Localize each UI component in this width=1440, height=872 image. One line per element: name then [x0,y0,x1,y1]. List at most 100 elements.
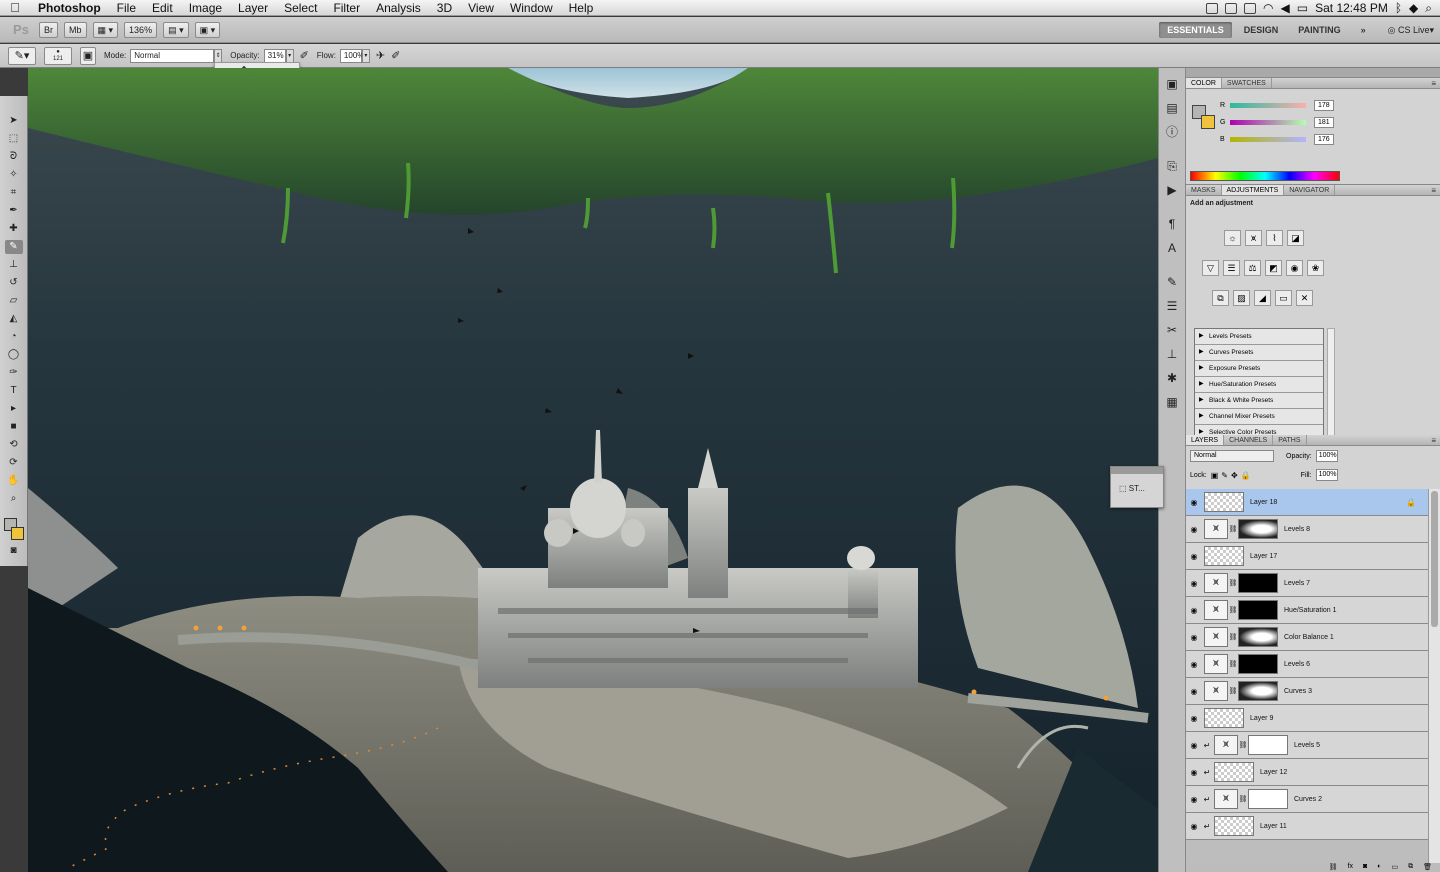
layer-row[interactable]: ◉ Layer 18 🔒 [1186,489,1428,516]
actions-panel-icon[interactable]: ▶ [1162,182,1182,198]
histogram-panel-icon[interactable]: ▤ [1162,100,1182,116]
tab-masks[interactable]: MASKS [1186,185,1222,195]
mask-link-icon[interactable]: ⛓ [1228,606,1238,614]
red-slider[interactable] [1230,102,1306,108]
preset-exposure[interactable]: Exposure Presets [1195,361,1323,377]
panel-collapse-bar[interactable] [1186,68,1440,78]
adjustment-layer-icon[interactable]: ⩙ [1214,735,1238,755]
preset-channel-mixer[interactable]: Channel Mixer Presets [1195,409,1323,425]
lock-all-icon[interactable]: 🔒 [1241,471,1251,480]
layer-thumbnail[interactable] [1204,546,1244,566]
workspace-more[interactable]: » [1353,22,1374,38]
flow-dropdown[interactable]: ▾ [361,48,370,63]
layer-row[interactable]: ◉ ⩙ ⛓ Levels 7 [1186,570,1428,597]
presets-scrollbar[interactable] [1327,328,1335,440]
brush-preset-picker[interactable]: ● 121 [44,46,72,65]
green-slider[interactable] [1230,119,1306,125]
channel-mixer-icon[interactable]: ❀ [1307,260,1324,276]
opacity-field[interactable]: 31% [263,48,286,63]
new-adjustment-icon[interactable]: ◐ [1377,863,1381,872]
move-tool-icon[interactable]: ➤ [5,114,23,128]
tab-channels[interactable]: CHANNELS [1224,435,1274,445]
exposure-icon[interactable]: ◪ [1287,230,1304,246]
selective-color-icon[interactable]: ✕ [1296,290,1313,306]
battery-icon[interactable] [1244,2,1257,14]
workspace-design[interactable]: DESIGN [1236,22,1287,38]
quick-mask-icon[interactable]: ◙ [5,544,23,558]
panel-menu-icon[interactable]: ≡ [1431,78,1436,89]
preset-hue-saturation[interactable]: Hue/Saturation Presets [1195,377,1323,393]
menu-help[interactable]: Help [561,0,602,16]
brush-panel-icon[interactable]: ✎ [1162,274,1182,290]
spotlight-search-icon[interactable]: ⌕ [1425,1,1432,16]
mask-link-icon[interactable]: ⛓ [1228,525,1238,533]
wifi-icon[interactable]: ◠ [1263,1,1273,15]
3d-orbit-tool-icon[interactable]: ⟳ [5,456,23,470]
adjustments-menu-icon[interactable]: ≡ [1431,185,1436,196]
eyedropper-tool-icon[interactable]: ✒ [5,204,23,218]
visibility-eye-icon[interactable]: ◉ [1186,660,1202,669]
3d-rotate-tool-icon[interactable]: ⟲ [5,438,23,452]
layers-scrollbar[interactable] [1428,489,1440,863]
clone-source-icon[interactable]: ⊥ [1162,346,1182,362]
mask-link-icon[interactable]: ⛓ [1228,660,1238,668]
visibility-eye-icon[interactable]: ◉ [1186,498,1202,507]
mode-select-arrow[interactable]: ⇕ [214,48,223,63]
menu-analysis[interactable]: Analysis [368,0,429,16]
new-group-icon[interactable]: ▭ [1391,863,1398,872]
adjustment-layer-icon[interactable]: ⩙ [1204,654,1228,674]
history-brush-tool-icon[interactable]: ↺ [5,276,23,290]
workspace-painting[interactable]: PAINTING [1290,22,1348,38]
brightness-contrast-icon[interactable]: ☼ [1224,230,1241,246]
type-tool-icon[interactable]: T [5,384,23,398]
layer-mask-thumbnail[interactable] [1248,789,1288,809]
brush-tool-icon[interactable]: ✎ [4,240,23,254]
tool-presets-icon[interactable]: ✂ [1162,322,1182,338]
styles-panel-icon[interactable]: ✱ [1162,370,1182,386]
volume-icon[interactable]: ◀ [1281,1,1290,15]
character-panel-icon[interactable]: A [1162,240,1182,256]
mask-link-icon[interactable]: ⛓ [1228,633,1238,641]
layer-style-icon[interactable]: fx [1348,863,1353,872]
sync-icon[interactable] [1225,2,1238,14]
apple-icon[interactable]:  [0,0,30,15]
cs-live-button[interactable]: ◎ CS Live▾ [1388,25,1434,36]
preset-black-white[interactable]: Black & White Presets [1195,393,1323,409]
layers-menu-icon[interactable]: ≡ [1431,435,1436,446]
blue-slider[interactable] [1230,136,1306,142]
blur-tool-icon[interactable]: ◔ [5,330,23,344]
color-spectrum-ramp[interactable] [1190,171,1340,181]
layer-mask-thumbnail[interactable] [1238,681,1278,701]
mask-link-icon[interactable]: ⛓ [1228,579,1238,587]
tab-navigator[interactable]: NAVIGATOR [1284,185,1336,195]
paragraph-panel-icon[interactable]: ¶ [1162,216,1182,232]
layer-row[interactable]: ◉ ⩙ ⛓ Levels 8 [1186,516,1428,543]
history-panel-icon[interactable]: ⎘ [1162,158,1182,174]
bridge-button[interactable]: Br [39,21,58,38]
photo-filter-icon[interactable]: ◉ [1286,260,1303,276]
visibility-eye-icon[interactable]: ◉ [1186,606,1202,615]
floating-styles-panel[interactable]: ⬚ ST... [1110,466,1164,508]
tab-swatches[interactable]: SWATCHES [1222,78,1272,88]
layer-row[interactable]: ◉ ↵ ⩙ ⛓ Curves 2 [1186,786,1428,813]
mask-link-icon[interactable]: ⛓ [1238,741,1248,749]
flag-icon[interactable]: ▭ [1297,1,1308,15]
preset-levels[interactable]: Levels Presets [1195,329,1323,345]
tab-paths[interactable]: PATHS [1273,435,1307,445]
vibrance-icon[interactable]: ▽ [1202,260,1219,276]
zoom-tool-icon[interactable]: ⌕ [5,492,23,506]
layer-thumbnail[interactable] [1204,708,1244,728]
black-white-icon[interactable]: ◩ [1265,260,1282,276]
adjustment-layer-icon[interactable]: ⩙ [1204,681,1228,701]
layer-row[interactable]: ◉ ⩙ ⛓ Curves 3 [1186,678,1428,705]
visibility-eye-icon[interactable]: ◉ [1186,741,1202,750]
quick-selection-tool-icon[interactable]: ✧ [5,168,23,182]
camera-icon[interactable] [1206,2,1219,14]
layer-opacity-field[interactable]: 100% [1315,450,1338,462]
lock-image-icon[interactable]: ✎ [1221,471,1228,480]
curves-icon[interactable]: ⌇ [1266,230,1283,246]
layer-row[interactable]: ◉ ⩙ ⛓ Levels 6 [1186,651,1428,678]
minibridge-button[interactable]: Mb [64,21,87,38]
hand-tool-icon[interactable]: ✋ [5,474,23,488]
visibility-eye-icon[interactable]: ◉ [1186,714,1202,723]
